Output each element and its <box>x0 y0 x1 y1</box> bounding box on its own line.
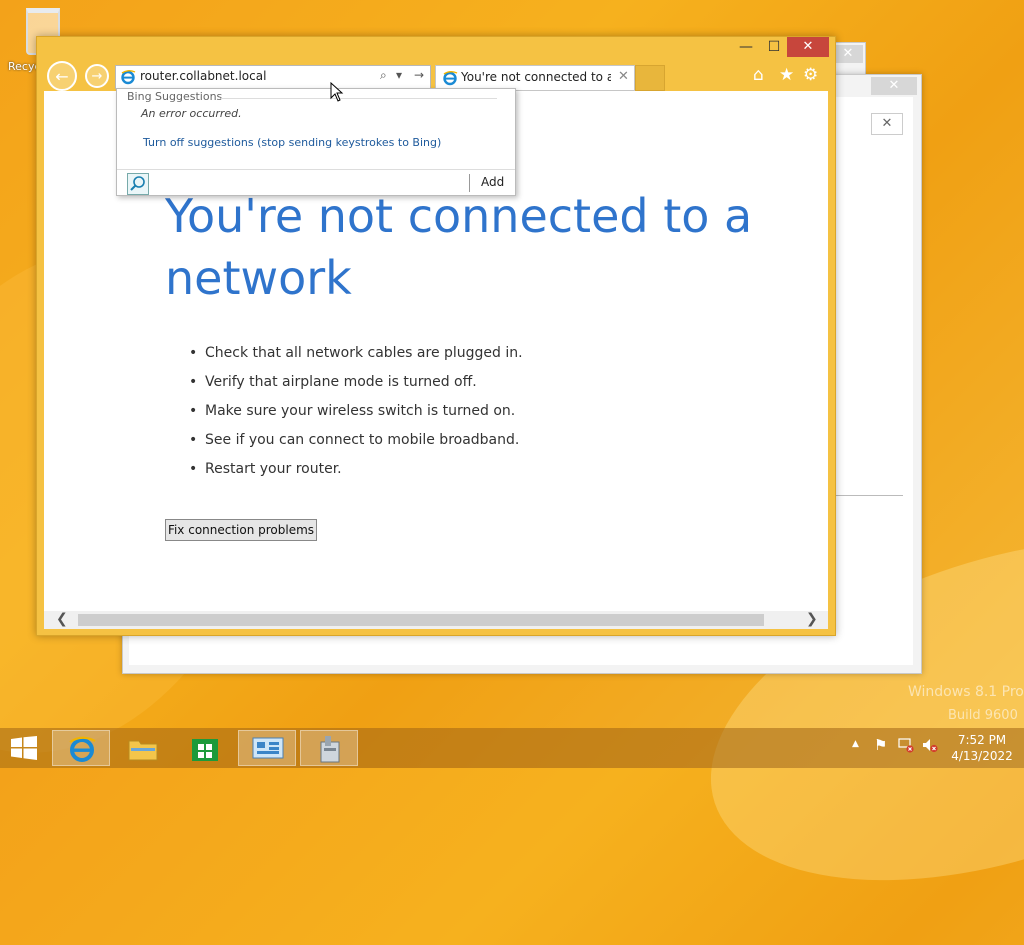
store-icon <box>192 739 218 761</box>
list-item: Verify that airplane mode is turned off. <box>187 368 787 397</box>
folder-icon <box>128 740 158 761</box>
turn-off-suggestions-link[interactable]: Turn off suggestions (stop sending keyst… <box>143 136 441 149</box>
close-icon[interactable]: ✕ <box>871 113 903 135</box>
divider <box>833 495 903 496</box>
scroll-thumb[interactable] <box>78 614 764 626</box>
new-tab-button[interactable] <box>635 65 665 91</box>
tab-title: You're not connected to a ... <box>461 70 611 84</box>
clock[interactable]: 7:52 PM 4/13/2022 <box>946 732 1018 764</box>
scroll-left-icon[interactable]: ❮ <box>56 611 68 627</box>
close-icon[interactable]: ✕ <box>871 77 917 95</box>
close-icon[interactable]: ✕ <box>833 45 863 63</box>
build-watermark: Build 9600 <box>948 708 1018 723</box>
clock-date: 4/13/2022 <box>951 749 1013 763</box>
minimize-button[interactable]: — <box>733 37 759 57</box>
network-setup-icon <box>320 736 340 763</box>
windows-watermark: Windows 8.1 Pro <box>908 684 1024 700</box>
taskbar-control-panel[interactable] <box>238 730 296 766</box>
scroll-right-icon[interactable]: ❯ <box>806 611 818 627</box>
close-icon[interactable]: ✕ <box>618 69 629 84</box>
network-disconnected-icon[interactable] <box>898 737 914 753</box>
taskbar-internet-explorer[interactable] <box>52 730 110 766</box>
address-url[interactable]: router.collabnet.local <box>140 69 266 83</box>
search-provider-icon[interactable] <box>127 173 149 195</box>
list-item: Check that all network cables are plugge… <box>187 339 787 368</box>
taskbar: ▲ ⚑ 7:52 PM 4/13/2022 <box>0 728 1024 768</box>
action-center-flag-icon[interactable]: ⚑ <box>874 736 887 754</box>
fix-connection-button[interactable]: Fix connection problems <box>165 519 317 541</box>
suggestions-dropdown: Bing Suggestions An error occurred. Turn… <box>116 88 516 196</box>
star-icon[interactable]: ★ <box>779 65 794 85</box>
address-bar[interactable]: router.collabnet.local ⌕ ▾ → <box>115 65 431 89</box>
control-panel-icon <box>252 737 284 759</box>
page-title: You're not connected to a network <box>165 189 753 305</box>
forward-button[interactable]: → <box>85 64 109 88</box>
gear-icon[interactable]: ⚙ <box>803 65 818 85</box>
list-item: Restart your router. <box>187 455 787 484</box>
taskbar-file-explorer[interactable] <box>114 730 172 766</box>
back-button[interactable]: ← <box>47 61 77 91</box>
suggestions-error: An error occurred. <box>141 107 242 120</box>
ie-icon <box>69 736 96 762</box>
maximize-button[interactable]: ☐ <box>761 37 787 57</box>
go-icon[interactable]: → <box>414 68 424 82</box>
ie-icon <box>121 70 136 85</box>
close-button[interactable]: ✕ <box>787 37 829 57</box>
clock-time: 7:52 PM <box>957 733 1007 747</box>
divider <box>221 98 497 99</box>
home-icon[interactable]: ⌂ <box>753 65 764 85</box>
suggestions-footer: Add <box>117 169 515 196</box>
list-item: See if you can connect to mobile broadba… <box>187 426 787 455</box>
horizontal-scrollbar[interactable]: ❮ ❯ <box>44 611 828 629</box>
add-button[interactable]: Add <box>481 175 504 189</box>
taskbar-store[interactable] <box>176 730 234 766</box>
browser-toolbar: ⌂ ★ ⚙ <box>751 65 831 87</box>
windows-start-icon[interactable] <box>10 736 38 760</box>
taskbar-network-setup[interactable] <box>300 730 358 766</box>
search-icon[interactable]: ⌕ <box>380 68 387 83</box>
divider <box>469 174 470 192</box>
troubleshoot-list: Check that all network cables are plugge… <box>187 339 787 484</box>
show-hidden-icons-icon[interactable]: ▲ <box>852 739 859 749</box>
chevron-down-icon[interactable]: ▾ <box>396 68 402 82</box>
ie-icon <box>443 71 458 86</box>
speaker-muted-icon[interactable] <box>922 737 938 753</box>
list-item: Make sure your wireless switch is turned… <box>187 397 787 426</box>
suggestions-header: Bing Suggestions <box>127 90 223 103</box>
cursor-icon <box>330 82 344 102</box>
